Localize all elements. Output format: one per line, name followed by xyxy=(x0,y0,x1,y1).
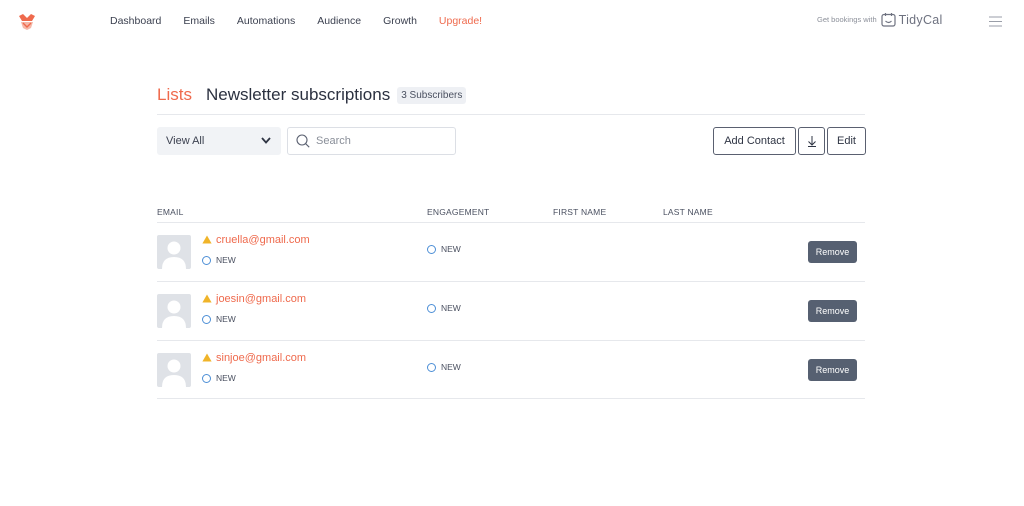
nav-audience[interactable]: Audience xyxy=(317,15,361,27)
tidycal-promo[interactable]: Get bookings with TidyCal xyxy=(817,12,943,27)
table-row: sinjoe@gmail.com NEW NEW Remove xyxy=(157,340,865,398)
remove-button[interactable]: Remove xyxy=(808,300,857,322)
engagement-status: NEW xyxy=(427,244,461,254)
status-circle-icon xyxy=(202,255,211,265)
nav-growth[interactable]: Growth xyxy=(383,15,417,27)
table-divider xyxy=(157,398,865,399)
engagement-label: NEW xyxy=(441,362,461,372)
engagement-circle-icon xyxy=(427,303,436,313)
engagement-status: NEW xyxy=(427,362,461,372)
user-avatar-icon xyxy=(157,294,191,328)
download-icon xyxy=(807,136,816,147)
column-header-first-name: FIRST NAME xyxy=(553,207,607,217)
column-header-last-name: LAST NAME xyxy=(663,207,713,217)
contact-status-label: NEW xyxy=(216,255,236,265)
tidycal-brand: TidyCal xyxy=(881,12,943,27)
breadcrumb-lists[interactable]: Lists xyxy=(157,85,192,105)
contact-status-label: NEW xyxy=(216,373,236,383)
contact-status: NEW xyxy=(202,255,236,265)
search-icon xyxy=(296,134,310,148)
status-circle-icon xyxy=(202,314,211,324)
view-filter-select[interactable]: View All xyxy=(157,127,281,155)
promo-text: Get bookings with xyxy=(817,15,877,24)
page-title: Newsletter subscriptions xyxy=(205,85,391,104)
engagement-label: NEW xyxy=(441,303,461,313)
column-header-engagement: ENGAGEMENT xyxy=(427,207,490,217)
nav-upgrade[interactable]: Upgrade! xyxy=(439,15,482,27)
user-avatar-icon xyxy=(157,353,191,387)
status-circle-icon xyxy=(202,373,211,383)
search-input[interactable] xyxy=(316,135,446,147)
remove-button[interactable]: Remove xyxy=(808,241,857,263)
download-button[interactable] xyxy=(798,127,825,155)
edit-button[interactable]: Edit xyxy=(827,127,866,155)
nav-dashboard[interactable]: Dashboard xyxy=(110,15,161,27)
table-row: joesin@gmail.com NEW NEW Remove xyxy=(157,281,865,339)
tidycal-name: TidyCal xyxy=(898,12,943,27)
engagement-label: NEW xyxy=(441,244,461,254)
hamburger-menu-icon[interactable] xyxy=(989,16,1002,27)
remove-button[interactable]: Remove xyxy=(808,359,857,381)
contact-email-link[interactable]: joesin@gmail.com xyxy=(216,293,306,305)
warning-triangle-icon xyxy=(202,294,212,303)
warning-triangle-icon xyxy=(202,353,212,362)
chevron-down-icon xyxy=(261,137,271,144)
search-box[interactable] xyxy=(287,127,456,155)
contact-email-link[interactable]: cruella@gmail.com xyxy=(216,234,310,246)
engagement-status: NEW xyxy=(427,303,461,313)
header-divider xyxy=(157,114,865,115)
user-avatar-icon xyxy=(157,235,191,269)
contact-status-label: NEW xyxy=(216,314,236,324)
contact-status: NEW xyxy=(202,314,236,324)
page-heading: Lists Newsletter subscriptions 3 Subscri… xyxy=(157,85,467,105)
nav-automations[interactable]: Automations xyxy=(237,15,295,27)
nav-emails[interactable]: Emails xyxy=(183,15,215,27)
logo-icon[interactable] xyxy=(18,13,36,31)
subscriber-count-badge: 3 Subscribers xyxy=(397,86,467,104)
contact-email-link[interactable]: sinjoe@gmail.com xyxy=(216,352,306,364)
view-filter-value: View All xyxy=(166,135,205,147)
add-contact-button[interactable]: Add Contact xyxy=(713,127,796,155)
engagement-circle-icon xyxy=(427,362,436,372)
table-row: cruella@gmail.com NEW NEW Remove xyxy=(157,222,865,280)
main-nav: Dashboard Emails Automations Audience Gr… xyxy=(110,15,504,27)
calendar-icon xyxy=(881,13,896,27)
top-navigation: Dashboard Emails Automations Audience Gr… xyxy=(0,0,1024,44)
contact-status: NEW xyxy=(202,373,236,383)
engagement-circle-icon xyxy=(427,244,436,254)
column-header-email: EMAIL xyxy=(157,207,184,217)
warning-triangle-icon xyxy=(202,235,212,244)
